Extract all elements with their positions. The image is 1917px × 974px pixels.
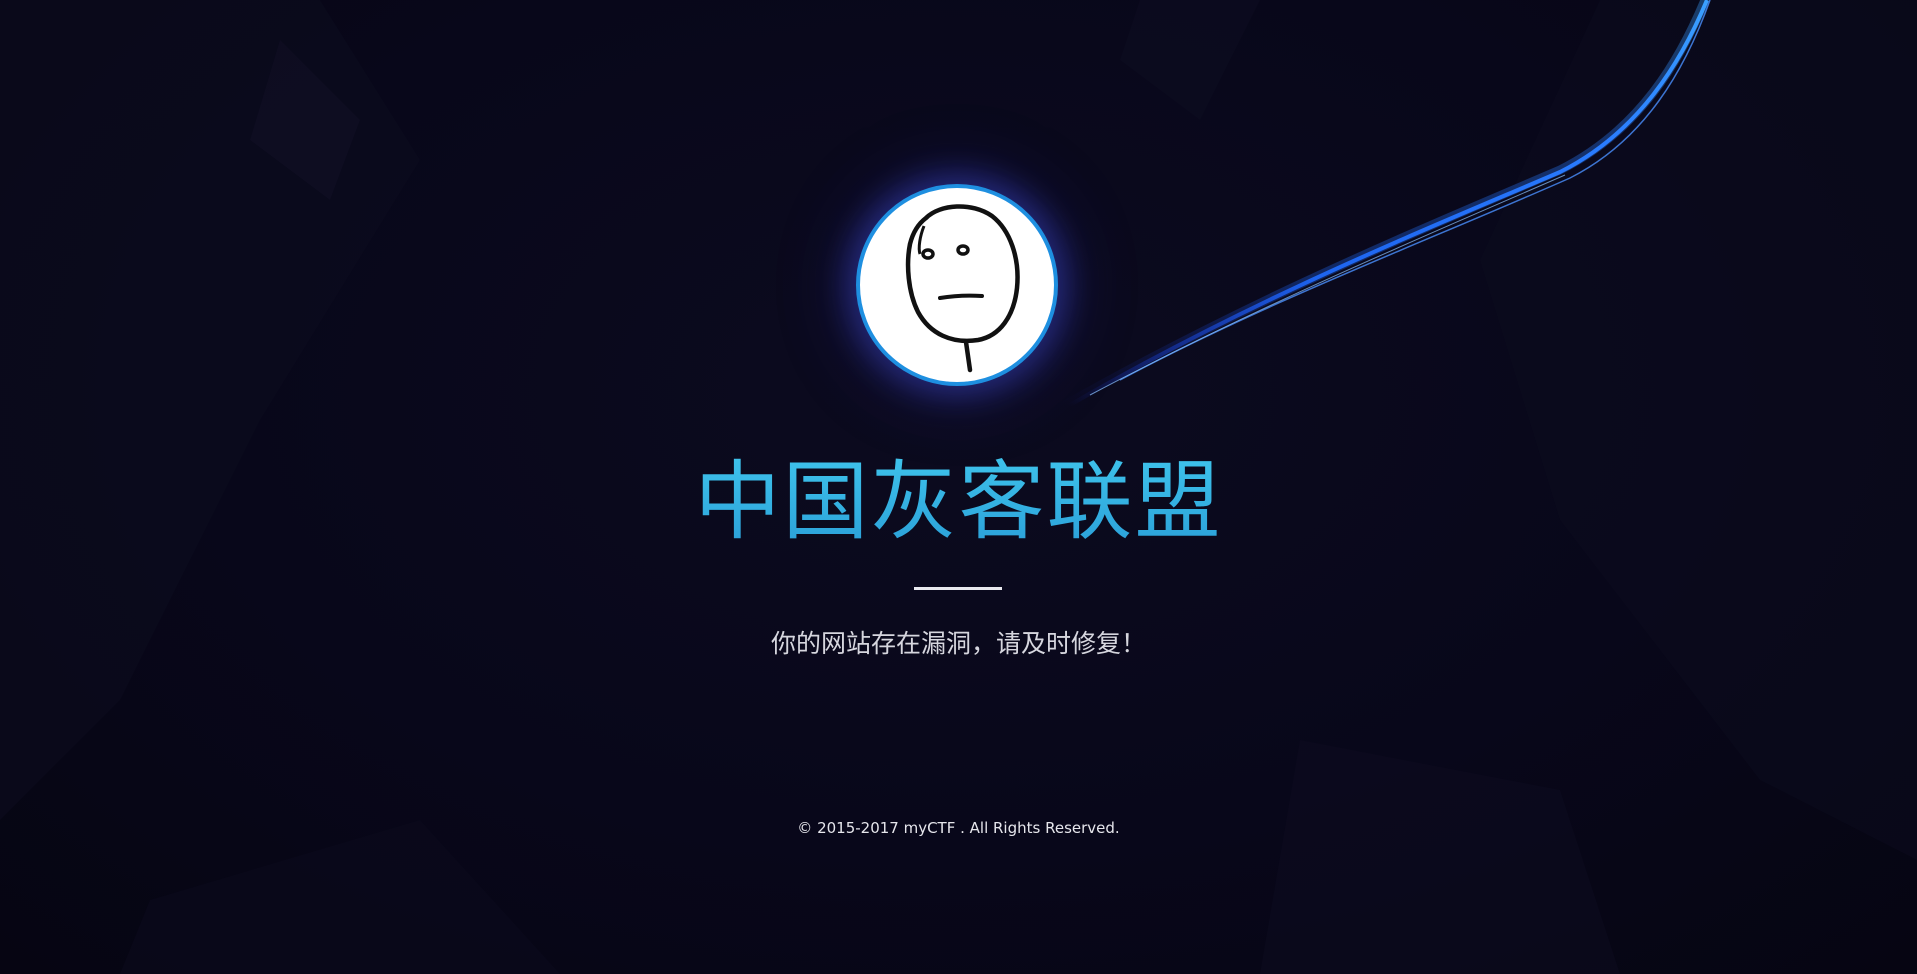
page-root: 中国灰客联盟 你的网站存在漏洞，请及时修复！ © 2015-2017 myCTF… xyxy=(0,0,1917,974)
rage-face-icon xyxy=(905,204,1020,373)
page-title: 中国灰客联盟 xyxy=(0,452,1917,552)
copyright-footer: © 2015-2017 myCTF . All Rights Reserved. xyxy=(797,819,1120,837)
warning-message: 你的网站存在漏洞，请及时修复！ xyxy=(770,629,1146,658)
avatar xyxy=(856,184,1058,386)
title-divider xyxy=(914,587,1002,590)
